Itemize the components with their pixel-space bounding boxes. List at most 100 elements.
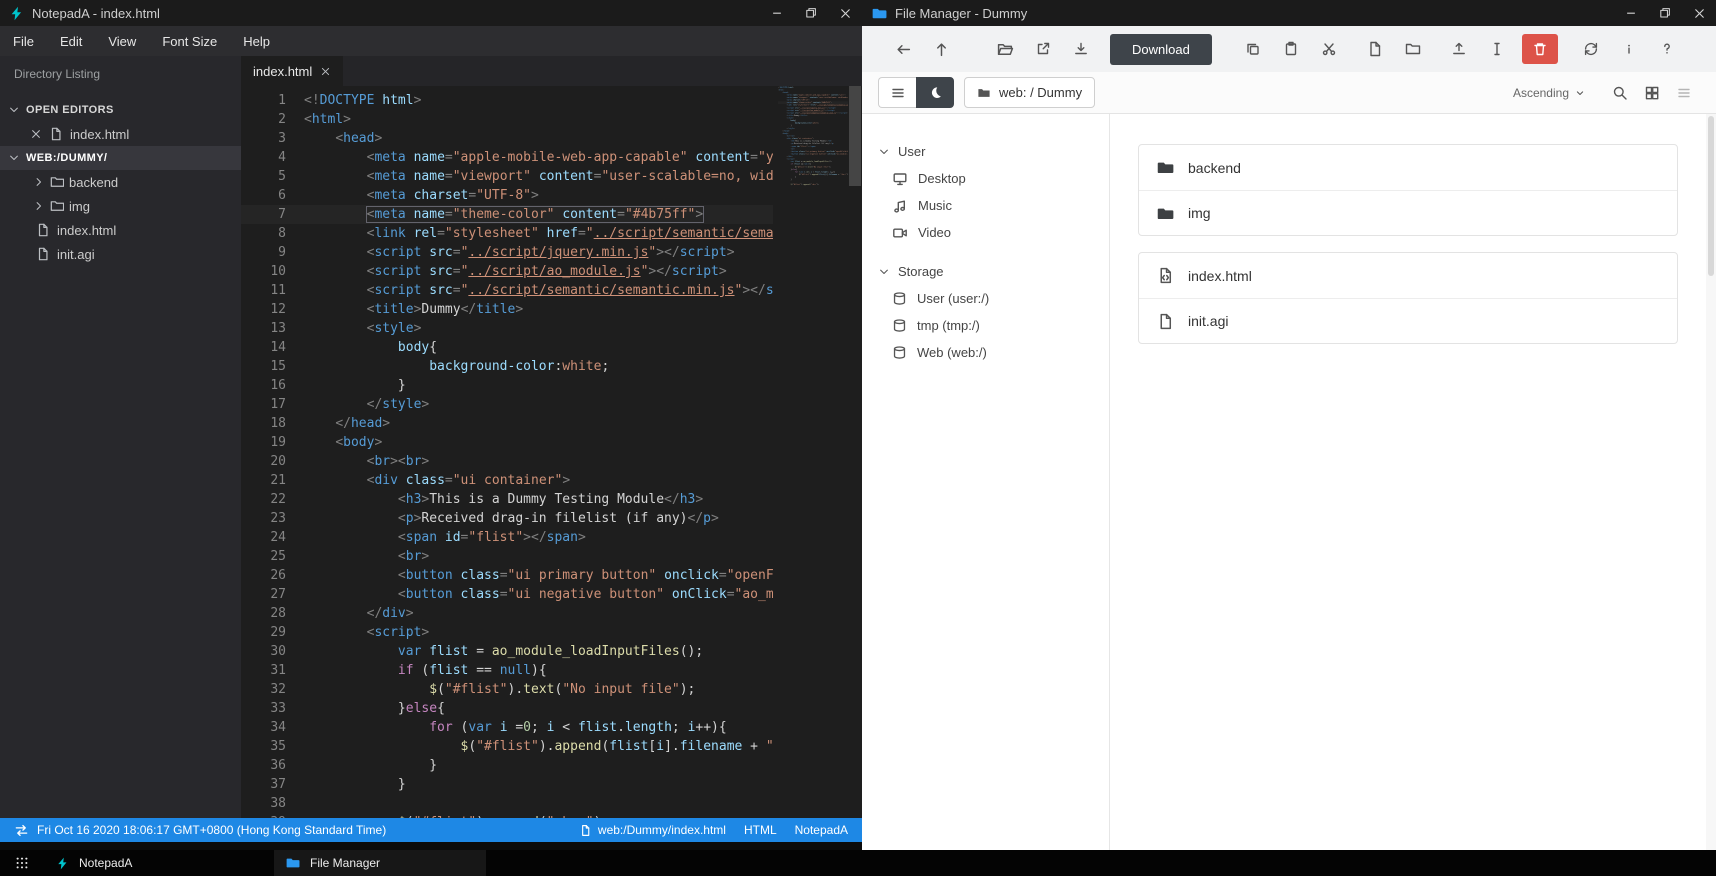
scrollbar-thumb[interactable] — [1708, 116, 1714, 276]
code-line[interactable]: 10 <script src="../script/ao_module.js">… — [241, 262, 773, 281]
code-line[interactable]: 25 <br> — [241, 547, 773, 566]
dark-mode-button[interactable] — [916, 77, 954, 108]
code-line[interactable]: 23 <p>Received drag-in filelist (if any)… — [241, 509, 773, 528]
code-line[interactable]: 16 } — [241, 376, 773, 395]
restore-button[interactable] — [1648, 0, 1682, 26]
close-icon[interactable] — [30, 128, 42, 140]
back-button[interactable] — [886, 32, 920, 66]
download-icon-button[interactable] — [1064, 32, 1098, 66]
tree-item-index-html[interactable]: index.html — [0, 218, 241, 242]
menu-item-file[interactable]: File — [0, 26, 47, 56]
code-line[interactable]: 13 <style> — [241, 319, 773, 338]
code-line[interactable]: 22 <h3>This is a Dummy Testing Module</h… — [241, 490, 773, 509]
code-line[interactable]: 14 body{ — [241, 338, 773, 357]
download-button[interactable]: Download — [1110, 33, 1212, 65]
code-line[interactable]: 4 <meta name="apple-mobile-web-app-capab… — [241, 148, 773, 167]
code-line[interactable]: 27 <button class="ui negative button" on… — [241, 585, 773, 604]
open-in-new-button[interactable] — [1026, 32, 1060, 66]
code-line[interactable]: 7 <meta name="theme-color" content="#4b7… — [241, 205, 773, 224]
new-folder-button[interactable] — [1396, 32, 1430, 66]
paste-button[interactable] — [1274, 32, 1308, 66]
sidebar-item-tmp-drive[interactable]: tmp (tmp:/) — [862, 312, 1109, 339]
minimize-button[interactable] — [1614, 0, 1648, 26]
info-button[interactable] — [1612, 32, 1646, 66]
file-row-init-agi[interactable]: init.agi — [1139, 298, 1677, 343]
file-row-img[interactable]: img — [1139, 190, 1677, 235]
open-folder-button[interactable] — [988, 32, 1022, 66]
code-line[interactable]: 9 <script src="../script/jquery.min.js">… — [241, 243, 773, 262]
code-line[interactable]: 15 background-color:white; — [241, 357, 773, 376]
new-file-button[interactable] — [1358, 32, 1392, 66]
taskbar-item-filemanager[interactable]: File Manager — [274, 850, 486, 876]
tree-item-backend[interactable]: backend — [0, 170, 241, 194]
refresh-button[interactable] — [1574, 32, 1608, 66]
code-line[interactable]: 34 for (var i =0; i < flist.length; i++)… — [241, 718, 773, 737]
code-line[interactable]: 33 }else{ — [241, 699, 773, 718]
open-editor-item-index-html[interactable]: index.html — [0, 122, 241, 146]
code-line[interactable]: 35 $("#flist").append(flist[i].filename … — [241, 737, 773, 756]
tab-index-html[interactable]: index.html — [241, 56, 344, 86]
code-line[interactable]: 32 $("#flist").text("No input file"); — [241, 680, 773, 699]
breadcrumb[interactable]: web: / Dummy — [964, 77, 1096, 108]
code-line[interactable]: 28 </div> — [241, 604, 773, 623]
open-editors-section-header[interactable]: OPEN EDITORS — [0, 98, 241, 122]
close-button[interactable] — [1682, 0, 1716, 26]
code-line[interactable]: 21 <div class="ui container"> — [241, 471, 773, 490]
taskbar-item-notepada[interactable]: NotepadA — [44, 850, 256, 876]
sort-dropdown[interactable]: Ascending — [1513, 86, 1586, 100]
code-line[interactable]: 5 <meta name="viewport" content="user-sc… — [241, 167, 773, 186]
sidebar-item-desktop[interactable]: Desktop — [862, 165, 1109, 192]
code-line[interactable]: 3 <head> — [241, 129, 773, 148]
code-line[interactable]: 30 var flist = ao_module_loadInputFiles(… — [241, 642, 773, 661]
tree-item-init-agi[interactable]: init.agi — [0, 242, 241, 266]
up-button[interactable] — [924, 32, 958, 66]
filemanager-scrollbar[interactable] — [1706, 114, 1716, 850]
sidebar-item-web-drive[interactable]: Web (web:/) — [862, 339, 1109, 366]
rename-button[interactable] — [1480, 32, 1514, 66]
code-line[interactable]: 11 <script src="../script/semantic/seman… — [241, 281, 773, 300]
code-line[interactable]: 12 <title>Dummy</title> — [241, 300, 773, 319]
upload-button[interactable] — [1442, 32, 1476, 66]
menu-item-view[interactable]: View — [95, 26, 149, 56]
code-line[interactable]: 20 <br><br> — [241, 452, 773, 471]
code-line[interactable]: 2 <html> — [241, 110, 773, 129]
minimize-button[interactable] — [760, 0, 794, 26]
sidebar-section-header-storage[interactable]: Storage — [862, 258, 1109, 285]
minimap[interactable]: 1<!DOCTYPE html>2<html>3 <head>4 <meta n… — [778, 86, 848, 818]
search-button[interactable] — [1604, 77, 1636, 109]
code-line[interactable]: 29 <script> — [241, 623, 773, 642]
delete-button[interactable] — [1521, 34, 1558, 64]
app-launcher-button[interactable] — [0, 850, 44, 876]
menu-item-help[interactable]: Help — [230, 26, 283, 56]
editor-scrollbar[interactable] — [848, 86, 862, 818]
file-row-index-html[interactable]: index.html — [1139, 253, 1677, 298]
help-button[interactable] — [1650, 32, 1684, 66]
code-editor[interactable]: 1 <!DOCTYPE html> 2 <html> 3 <head> 4 <meta n… — [241, 86, 862, 818]
menu-toggle-button[interactable] — [878, 77, 916, 108]
code-line[interactable]: 39 $("#flist").append("<br>"); — [241, 813, 773, 818]
menu-item-font-size[interactable]: Font Size — [149, 26, 230, 56]
code-line[interactable]: 26 <button class="ui primary button" onc… — [241, 566, 773, 585]
code-line[interactable]: 18 </head> — [241, 414, 773, 433]
code-line[interactable]: 6 <meta charset="UTF-8"> — [241, 186, 773, 205]
sidebar-item-music[interactable]: Music — [862, 192, 1109, 219]
code-line[interactable]: 19 <body> — [241, 433, 773, 452]
code-lines[interactable]: 1<!DOCTYPE html>2<html>3 <head>4 <meta n… — [778, 86, 848, 186]
code-line[interactable]: 31 if (flist == null){ — [241, 661, 773, 680]
list-view-button[interactable] — [1668, 77, 1700, 109]
close-button[interactable] — [828, 0, 862, 26]
scrollbar-thumb[interactable] — [849, 86, 861, 186]
code-line[interactable]: 36 } — [241, 756, 773, 775]
sidebar-item-video[interactable]: Video — [862, 219, 1109, 246]
cut-button[interactable] — [1312, 32, 1346, 66]
tree-item-img[interactable]: img — [0, 194, 241, 218]
code-line[interactable]: 38 — [241, 794, 773, 813]
workspace-section-header[interactable]: WEB:/DUMMY/ — [0, 146, 241, 170]
code-lines[interactable]: 1<!DOCTYPE html>2<html>3 <head>4 <meta n… — [241, 91, 773, 818]
code-line[interactable]: 37 } — [241, 775, 773, 794]
file-row-backend[interactable]: backend — [1139, 145, 1677, 190]
code-line[interactable]: 1 <!DOCTYPE html> — [241, 91, 773, 110]
restore-button[interactable] — [794, 0, 828, 26]
grid-view-button[interactable] — [1636, 77, 1668, 109]
menu-item-edit[interactable]: Edit — [47, 26, 95, 56]
